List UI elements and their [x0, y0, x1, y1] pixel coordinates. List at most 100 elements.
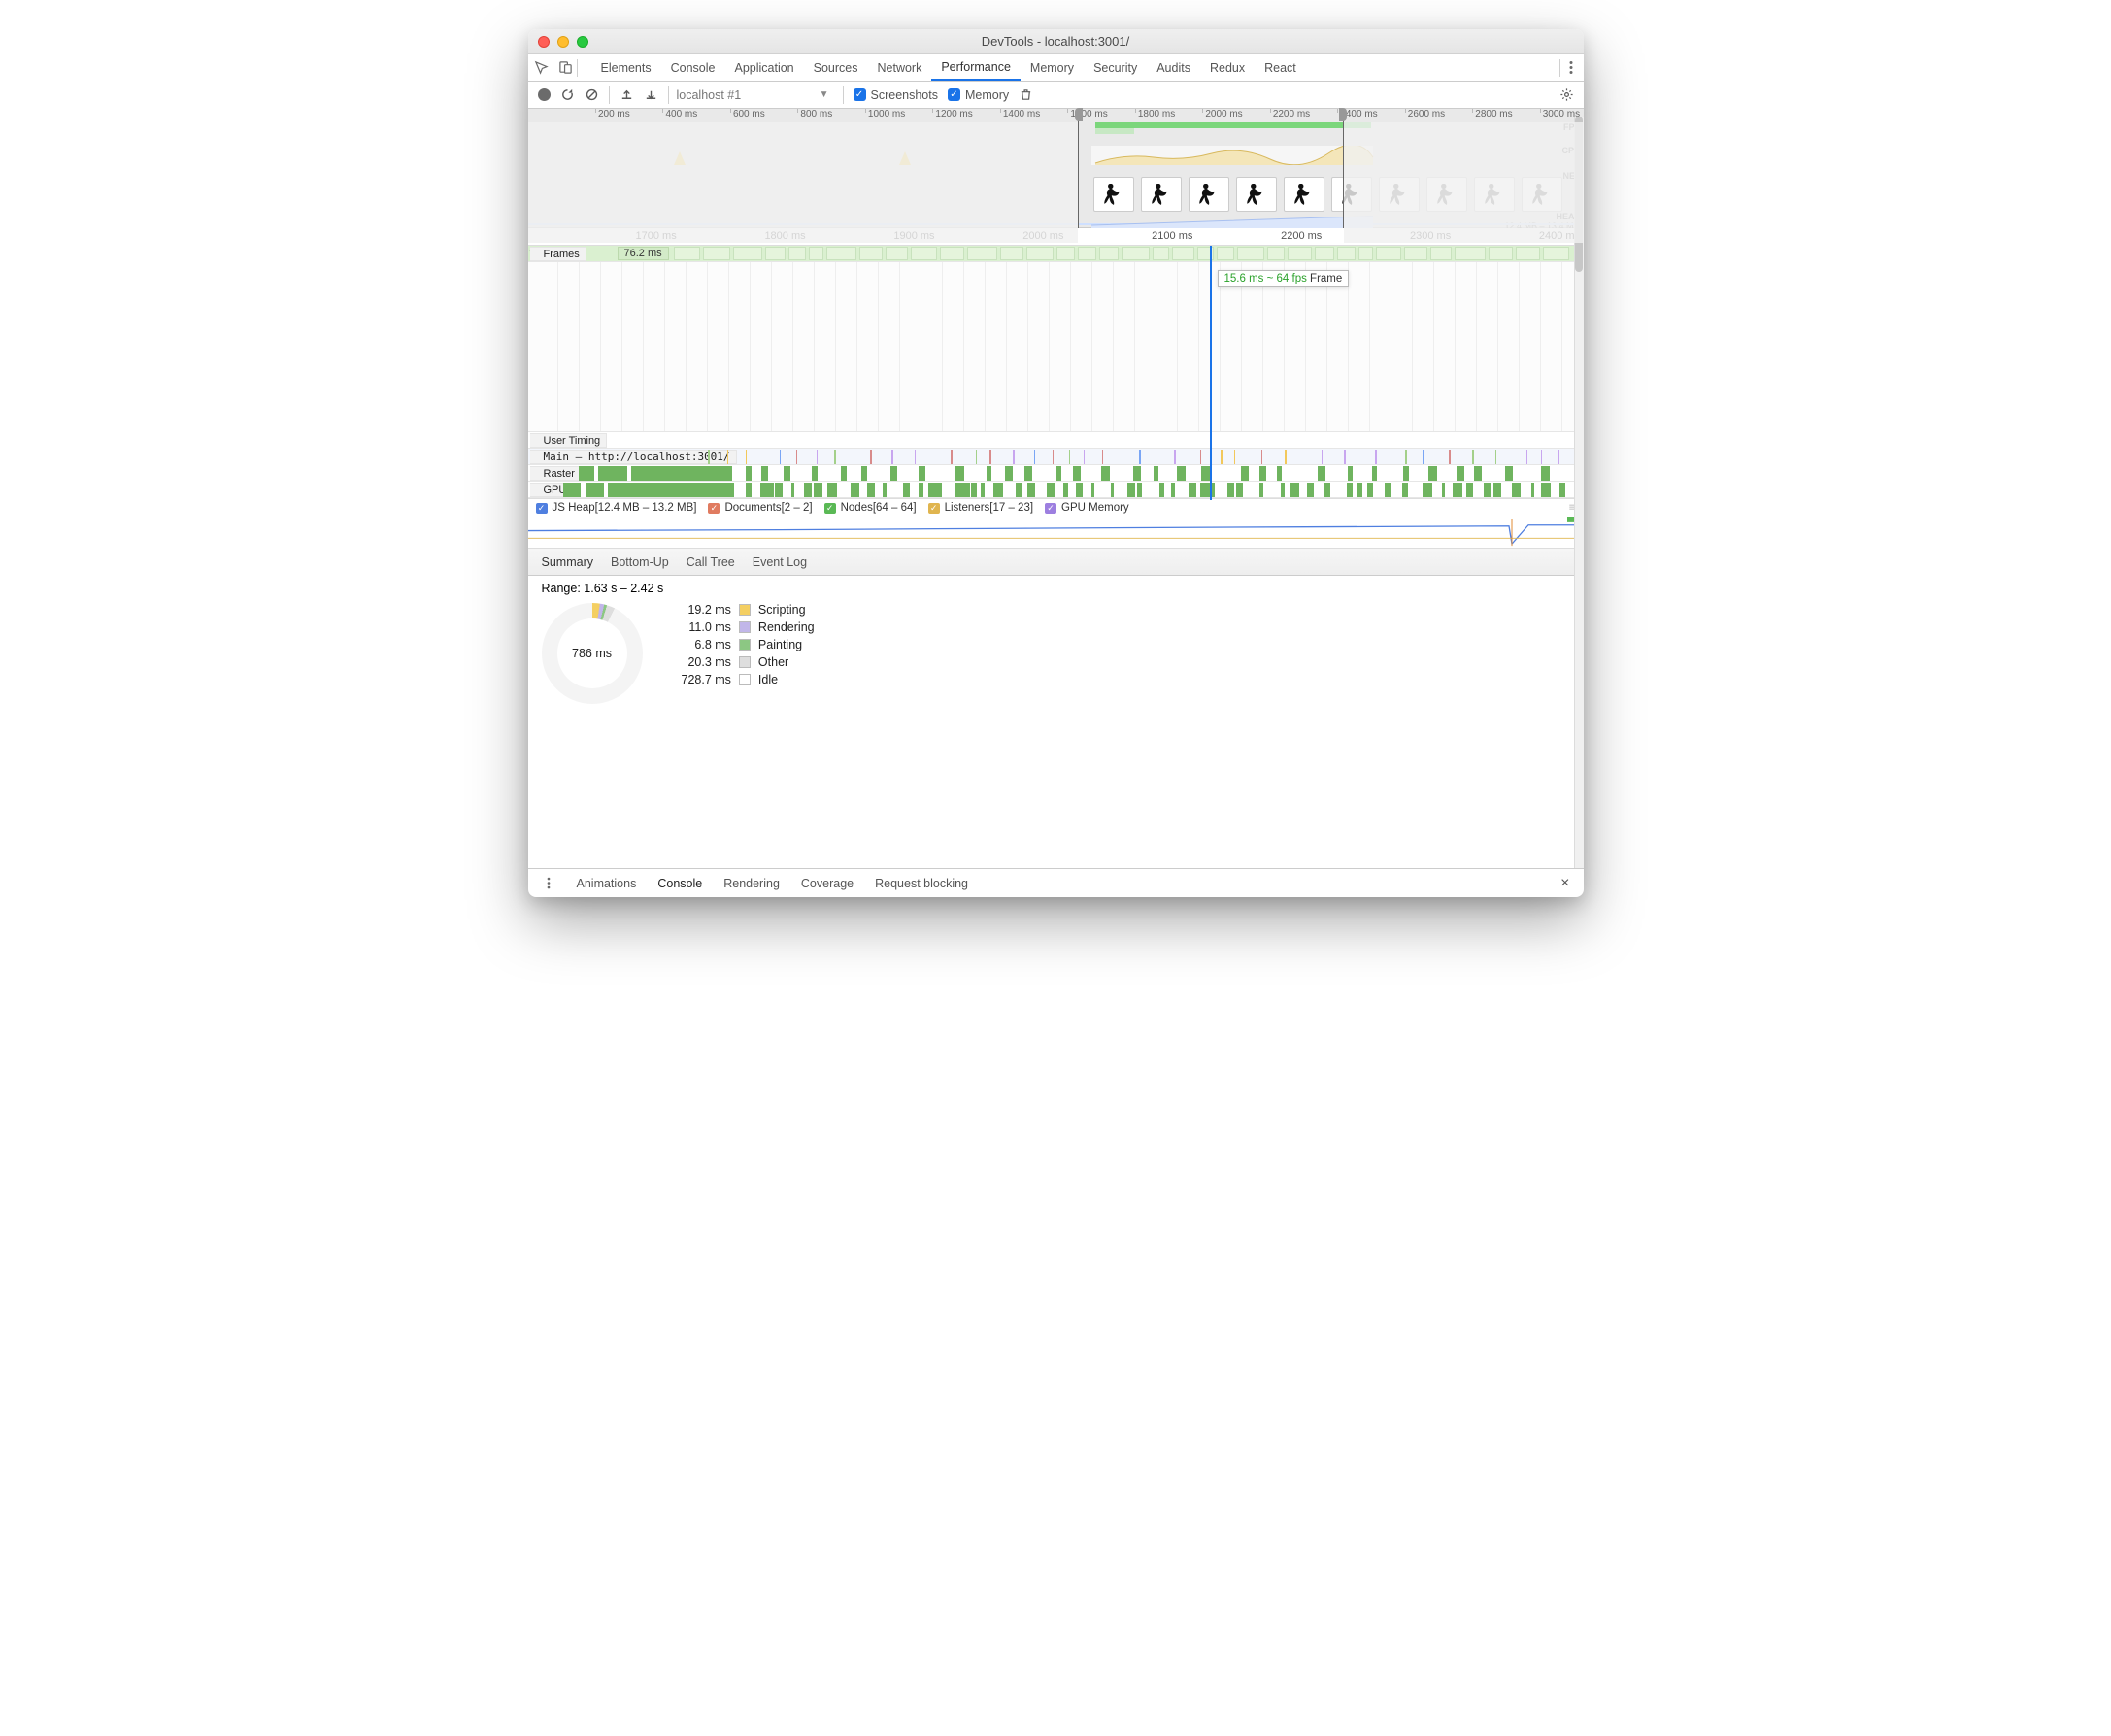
- raster-task[interactable]: [1318, 466, 1326, 481]
- raster-task[interactable]: [1101, 466, 1110, 481]
- drawer-tab-request-blocking[interactable]: Request blocking: [875, 877, 968, 890]
- main-task[interactable]: [1495, 450, 1496, 464]
- gpu-task[interactable]: [1111, 483, 1114, 497]
- selection-handle-right[interactable]: [1339, 108, 1347, 121]
- raster-task[interactable]: [1056, 466, 1061, 481]
- main-task[interactable]: [915, 450, 916, 464]
- main-task[interactable]: [1221, 450, 1223, 464]
- raster-task[interactable]: [1457, 466, 1463, 481]
- main-task[interactable]: [1200, 450, 1201, 464]
- raster-task[interactable]: [761, 466, 768, 481]
- drawer-close-icon[interactable]: ×: [1560, 875, 1569, 892]
- gpu-task[interactable]: [804, 483, 812, 497]
- gpu-task[interactable]: [608, 483, 734, 497]
- tab-audits[interactable]: Audits: [1147, 54, 1200, 81]
- tab-network[interactable]: Network: [868, 54, 932, 81]
- screenshot-thumb[interactable]: [1426, 177, 1467, 212]
- frame-block[interactable]: [1172, 247, 1194, 260]
- tab-security[interactable]: Security: [1084, 54, 1147, 81]
- gpu-task[interactable]: [883, 483, 888, 497]
- trash-icon[interactable]: [1019, 87, 1033, 102]
- gpu-task[interactable]: [1259, 483, 1263, 497]
- drawer-tab-rendering[interactable]: Rendering: [723, 877, 780, 890]
- main-task[interactable]: [1558, 450, 1559, 464]
- raster-task[interactable]: [1259, 466, 1266, 481]
- gpu-task[interactable]: [1027, 483, 1035, 497]
- gpu-task[interactable]: [1347, 483, 1353, 497]
- frame-block[interactable]: [1153, 247, 1169, 260]
- raster-task[interactable]: [1177, 466, 1186, 481]
- frame-block[interactable]: [703, 247, 730, 260]
- frame-block[interactable]: [1376, 247, 1401, 260]
- gpu-task[interactable]: [1559, 483, 1565, 497]
- drawer-tab-console[interactable]: Console: [657, 877, 702, 890]
- main-task[interactable]: [1034, 450, 1035, 464]
- overview-strip[interactable]: 200 ms400 ms600 ms800 ms1000 ms1200 ms14…: [528, 109, 1584, 228]
- raster-task[interactable]: [746, 466, 752, 481]
- main-task[interactable]: [1139, 450, 1141, 464]
- drawer-menu-icon[interactable]: [542, 877, 554, 889]
- gpu-row[interactable]: GPU: [528, 482, 1584, 498]
- legend-listeners[interactable]: ✓Listeners[17 – 23]: [928, 502, 1033, 514]
- detail-tab-event-log[interactable]: Event Log: [753, 555, 807, 569]
- gpu-task[interactable]: [1512, 483, 1521, 497]
- screenshot-thumb[interactable]: [1474, 177, 1515, 212]
- screenshot-thumb[interactable]: [1379, 177, 1420, 212]
- user-timing-row[interactable]: User Timing: [528, 432, 1584, 449]
- tab-react[interactable]: React: [1255, 54, 1306, 81]
- memory-checkbox[interactable]: ✓Memory: [948, 88, 1009, 102]
- gpu-task[interactable]: [1063, 483, 1068, 497]
- raster-task[interactable]: [1277, 466, 1281, 481]
- gpu-task[interactable]: [1484, 483, 1491, 497]
- gpu-task[interactable]: [961, 483, 970, 497]
- reload-record-icon[interactable]: [560, 87, 575, 102]
- save-profile-icon[interactable]: [644, 87, 658, 102]
- drawer-tab-coverage[interactable]: Coverage: [801, 877, 854, 890]
- frame-block[interactable]: [1489, 247, 1513, 260]
- clear-icon[interactable]: [585, 87, 599, 102]
- gpu-task[interactable]: [1307, 483, 1314, 497]
- gpu-task[interactable]: [1137, 483, 1143, 497]
- raster-task[interactable]: [579, 466, 594, 481]
- main-task[interactable]: [817, 450, 818, 464]
- raster-task[interactable]: [1474, 466, 1482, 481]
- frame-block[interactable]: [1000, 247, 1022, 260]
- tab-elements[interactable]: Elements: [591, 54, 661, 81]
- frame-block[interactable]: [765, 247, 786, 260]
- main-task[interactable]: [1174, 450, 1176, 464]
- raster-task[interactable]: [1005, 466, 1013, 481]
- gpu-task[interactable]: [1453, 483, 1461, 497]
- frame-block[interactable]: [1099, 247, 1120, 260]
- gpu-task[interactable]: [1091, 483, 1094, 497]
- main-task[interactable]: [870, 450, 872, 464]
- main-task[interactable]: [1344, 450, 1346, 464]
- main-task[interactable]: [727, 450, 728, 464]
- raster-task[interactable]: [1428, 466, 1437, 481]
- raster-task[interactable]: [1348, 466, 1353, 481]
- main-task[interactable]: [976, 450, 977, 464]
- gpu-task[interactable]: [827, 483, 836, 497]
- frame-block[interactable]: [967, 247, 998, 260]
- frame-block[interactable]: [1078, 247, 1096, 260]
- gpu-task[interactable]: [1076, 483, 1083, 497]
- raster-task[interactable]: [631, 466, 732, 481]
- main-task[interactable]: [1285, 450, 1287, 464]
- gpu-task[interactable]: [1227, 483, 1234, 497]
- frame-block[interactable]: [1026, 247, 1054, 260]
- gpu-task[interactable]: [919, 483, 923, 497]
- frames-detail-area[interactable]: 15.6 ms ~ 64 fps Frame: [528, 262, 1584, 432]
- gpu-task[interactable]: [814, 483, 822, 497]
- main-task[interactable]: [1449, 450, 1451, 464]
- frame-block[interactable]: [1237, 247, 1263, 260]
- main-task[interactable]: [796, 450, 797, 464]
- main-task[interactable]: [951, 450, 953, 464]
- frame-block[interactable]: [911, 247, 936, 260]
- main-task[interactable]: [746, 450, 747, 464]
- legend-jsheap[interactable]: ✓JS Heap[12.4 MB – 13.2 MB]: [536, 502, 697, 514]
- gpu-task[interactable]: [1493, 483, 1501, 497]
- kebab-menu-icon[interactable]: [1564, 61, 1578, 75]
- gpu-task[interactable]: [971, 483, 977, 497]
- raster-task[interactable]: [987, 466, 991, 481]
- frame-block[interactable]: [788, 247, 806, 260]
- legend-gpu[interactable]: ✓GPU Memory: [1045, 502, 1129, 514]
